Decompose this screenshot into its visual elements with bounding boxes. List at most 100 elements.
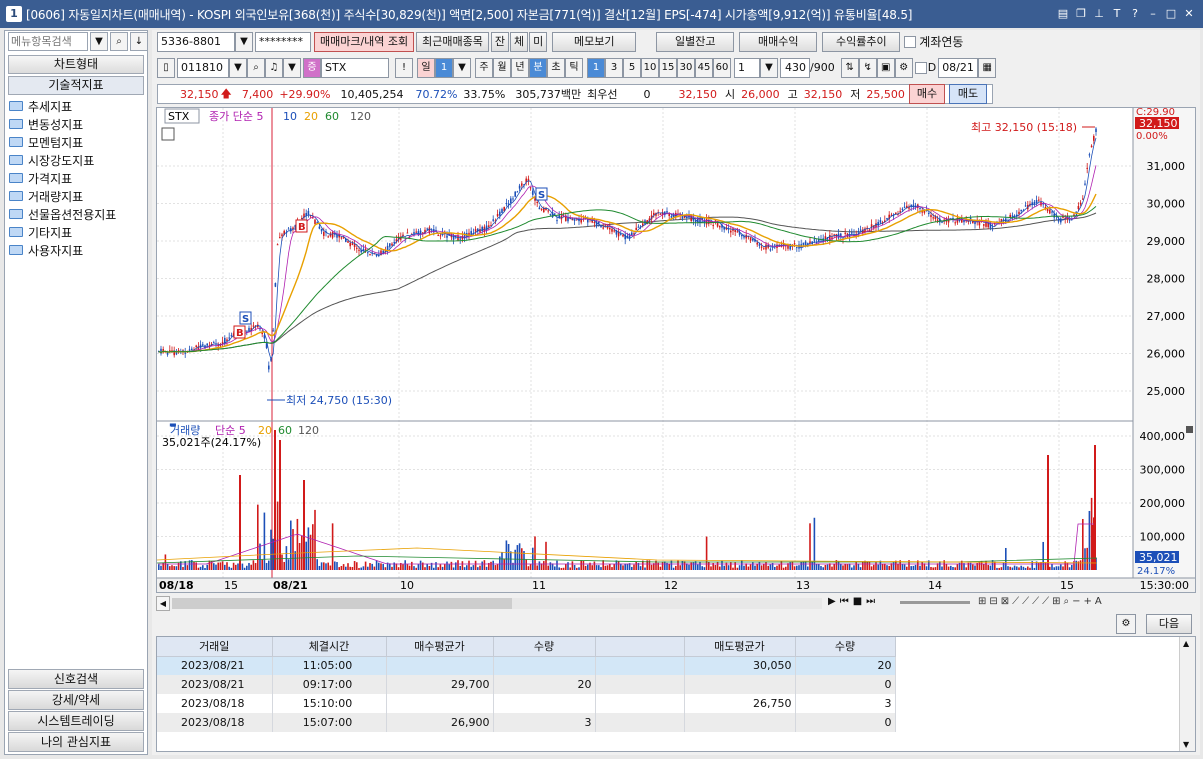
minute-45-button[interactable]: 45 — [695, 57, 713, 78]
tree-item[interactable]: 추세지표 — [9, 97, 145, 115]
account-select[interactable]: 5336-8801 — [157, 31, 235, 52]
down-arrow-icon[interactable]: ↓ — [130, 32, 148, 51]
daily-balance-button[interactable]: 일별잔고 — [656, 31, 735, 52]
my-indicators-button[interactable]: 나의 관심지표 — [8, 732, 144, 752]
gear-icon[interactable]: ⚙ — [1116, 614, 1136, 634]
close-icon[interactable]: ✕ — [1181, 6, 1197, 22]
buy-button[interactable]: 매수 — [909, 84, 945, 104]
playback-controls[interactable]: ▶⏮■⏭ — [828, 596, 879, 607]
compare-icon[interactable]: ⇅ — [840, 57, 859, 78]
minute-1-button[interactable]: 1 — [587, 57, 605, 78]
dropdown-icon[interactable]: ▼ — [235, 31, 253, 52]
sell-button[interactable]: 매도 — [949, 84, 987, 104]
indicator-icon[interactable]: ↯ — [858, 57, 877, 78]
table-row[interactable]: 2023/08/18 15:07:00 26,900 3 0 — [157, 713, 896, 732]
executed-button[interactable]: 체 — [510, 31, 529, 52]
search-icon[interactable]: ⌕ — [247, 57, 265, 78]
account-link-checkbox[interactable] — [904, 35, 917, 48]
save-icon[interactable]: ▣ — [876, 57, 895, 78]
zoom-slider[interactable] — [900, 601, 970, 604]
next-button[interactable]: 다음 — [1146, 614, 1192, 634]
dropdown-icon[interactable]: ▼ — [283, 57, 301, 78]
calendar-icon[interactable]: ▦ — [978, 57, 997, 78]
minute-15-button[interactable]: 15 — [659, 57, 677, 78]
minute-3-button[interactable]: 3 — [605, 57, 623, 78]
trade-profit-button[interactable]: 매매수익 — [739, 31, 818, 52]
tree-item[interactable]: 가격지표 — [9, 169, 145, 187]
restore-window-icon[interactable]: ❐ — [1073, 6, 1089, 22]
table-row[interactable]: 2023/08/18 15:10:00 26,750 3 — [157, 694, 896, 713]
price-chart-svg[interactable]: 31,000 30,000 29,000 28,000 27,000 26,000 25,0… — [157, 108, 1195, 592]
tree-item[interactable]: 선물옵션전용지표 — [9, 205, 145, 223]
daily-value-field[interactable]: 1 — [435, 57, 453, 78]
menu-search-input[interactable] — [8, 32, 88, 51]
tree-item[interactable]: 변동성지표 — [9, 115, 145, 133]
stock-code-input[interactable]: 011810 — [177, 57, 229, 78]
date-input[interactable]: 08/21 — [938, 57, 979, 78]
minute-5-button[interactable]: 5 — [623, 57, 641, 78]
tree-item[interactable]: 사용자지표 — [9, 241, 145, 259]
scroll-up-icon[interactable]: ▲ — [1183, 639, 1189, 648]
table-scrollbar[interactable]: ▲ ▼ — [1179, 637, 1195, 751]
pin-icon[interactable]: ⊥ — [1091, 6, 1107, 22]
table-row[interactable]: 2023/08/21 09:17:00 29,700 20 0 — [157, 675, 896, 694]
interval-select[interactable]: 1 — [734, 57, 760, 78]
minimize-icon[interactable]: – — [1145, 6, 1161, 22]
drawing-tools[interactable]: ⊞⊟⊠⟋⟋⟋⟋⊞⌕−+A — [978, 596, 1105, 607]
scroll-thumb[interactable] — [512, 598, 822, 609]
minute-button[interactable]: 분 — [529, 57, 547, 78]
unexecuted-button[interactable]: 미 — [529, 31, 548, 52]
scroll-left-icon[interactable]: ◀ — [156, 596, 170, 611]
dropdown-icon[interactable]: ▼ — [90, 32, 108, 51]
table-row[interactable]: 2023/08/21 11:05:00 30,050 20 — [157, 656, 896, 675]
dropdown-icon[interactable]: ▼ — [229, 57, 247, 78]
bull-bear-button[interactable]: 강세/약세 — [8, 690, 144, 710]
memo-button[interactable]: 메모보기 — [552, 31, 637, 52]
minute-10-button[interactable]: 10 — [641, 57, 659, 78]
tick-button[interactable]: 틱 — [565, 57, 583, 78]
alert-button[interactable]: ! — [395, 57, 413, 78]
candle — [323, 232, 325, 236]
signal-search-button[interactable]: 신호검색 — [8, 669, 144, 689]
return-trend-button[interactable]: 수익률추이 — [822, 31, 901, 52]
search-icon[interactable]: ⌕ — [110, 32, 128, 51]
minute-60-button[interactable]: 60 — [713, 57, 731, 78]
second-button[interactable]: 초 — [547, 57, 565, 78]
view-marks-button[interactable]: 매매마크/내역 조회 — [314, 31, 415, 52]
monthly-button[interactable]: 월 — [493, 57, 511, 78]
tree-item[interactable]: 모멘텀지표 — [9, 133, 145, 151]
maximize-icon[interactable]: □ — [1163, 6, 1179, 22]
dropdown-icon[interactable]: ▼ — [760, 57, 778, 78]
weekly-button[interactable]: 주 — [475, 57, 493, 78]
legend-ma-period: 60 — [325, 110, 339, 123]
gear-icon[interactable]: ⚙ — [894, 57, 913, 78]
volume-bar — [479, 565, 481, 570]
yearly-button[interactable]: 년 — [511, 57, 529, 78]
scroll-track[interactable] — [172, 598, 512, 609]
password-field[interactable]: ******** — [255, 31, 311, 52]
date-checkbox[interactable] — [914, 61, 927, 74]
chart-area[interactable]: 31,000 30,000 29,000 28,000 27,000 26,000 25,0… — [156, 107, 1196, 593]
minute-30-button[interactable]: 30 — [677, 57, 695, 78]
tree-item[interactable]: 거래량지표 — [9, 187, 145, 205]
scroll-down-icon[interactable]: ▼ — [1183, 740, 1189, 749]
dropdown-icon[interactable]: ▼ — [453, 57, 471, 78]
candle — [554, 213, 556, 215]
system-trading-button[interactable]: 시스템트레이딩 — [8, 711, 144, 731]
tree-item[interactable]: 시장강도지표 — [9, 151, 145, 169]
layout-icon[interactable]: ▤ — [1055, 6, 1071, 22]
bar-count-input[interactable]: 430 — [780, 57, 810, 78]
chart-settings-icon[interactable]: ▯ — [157, 57, 175, 78]
speaker-icon[interactable]: ♫ — [265, 57, 283, 78]
balance-button[interactable]: 잔 — [490, 31, 510, 52]
daily-button[interactable]: 일 — [417, 57, 435, 78]
help-icon[interactable]: ? — [1127, 6, 1143, 22]
volume-bar — [626, 563, 629, 570]
tab-technical-indicators[interactable]: 기술적지표 — [8, 76, 144, 95]
font-icon[interactable]: T — [1109, 6, 1125, 22]
recent-items-button[interactable]: 최근매매종목 — [416, 31, 489, 52]
volume-bar — [809, 523, 811, 570]
candle — [719, 225, 721, 228]
tree-item[interactable]: 기타지표 — [9, 223, 145, 241]
tab-chart-type[interactable]: 차트형태 — [8, 55, 144, 74]
